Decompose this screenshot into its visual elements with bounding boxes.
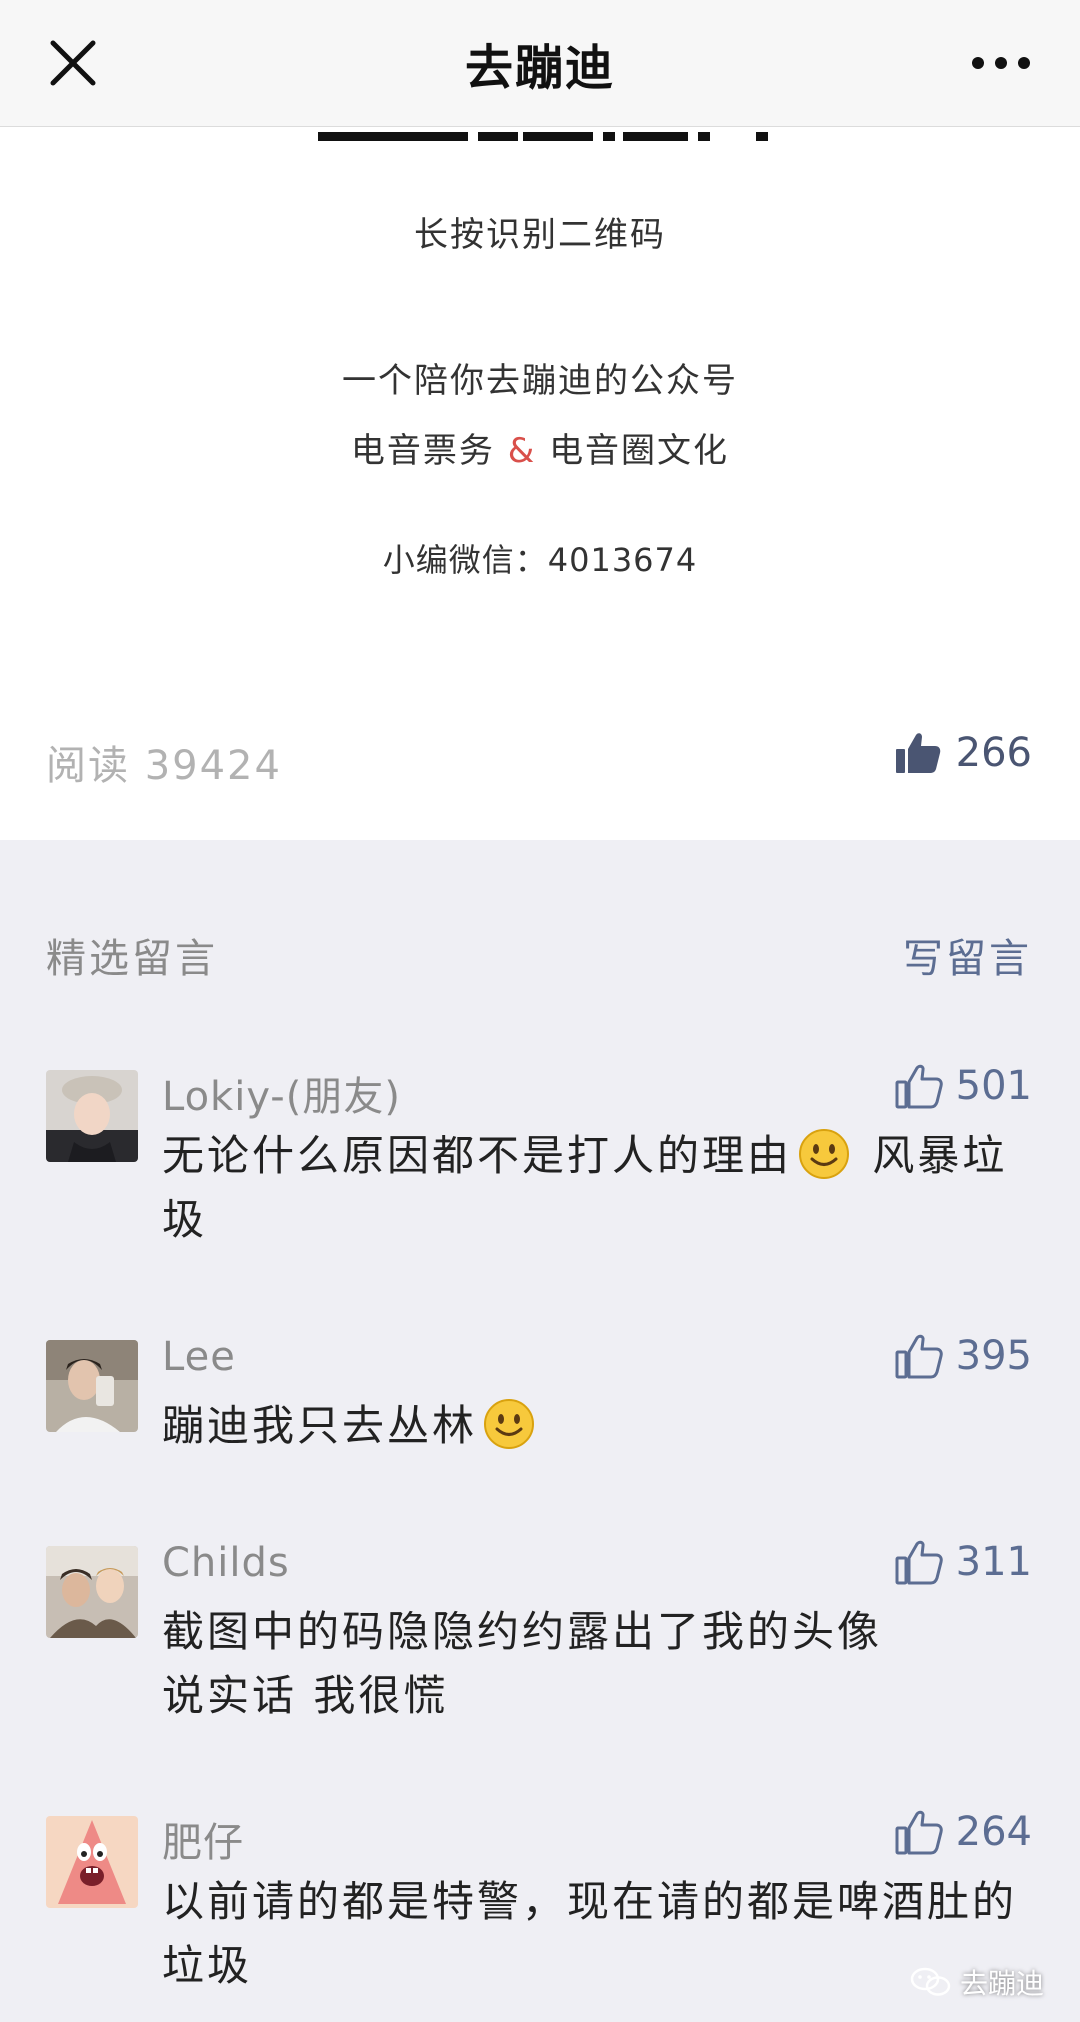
article-like-button[interactable]: 266 xyxy=(894,723,1032,783)
ampersand: & xyxy=(507,431,537,471)
account-intro: 一个陪你去蹦迪的公众号 xyxy=(342,361,738,401)
qr-code-image-edge[interactable] xyxy=(318,127,768,141)
commenter-name: 肥仔 xyxy=(162,1820,244,1866)
comment-like-count: 395 xyxy=(955,1333,1032,1379)
avatar[interactable] xyxy=(46,1816,138,1908)
write-comment-button[interactable]: 写留言 xyxy=(903,926,1032,984)
qr-hint-text: 长按识别二维码 xyxy=(414,215,666,255)
thumb-up-outline-icon xyxy=(895,1334,943,1379)
comment-text-part: 蹦迪我只去丛林 xyxy=(162,1401,478,1450)
tag-culture: 电音圈文化 xyxy=(549,431,730,471)
thumb-up-outline-icon xyxy=(895,1540,943,1585)
more-dots-icon[interactable] xyxy=(970,48,1032,78)
read-count: 阅读 39424 xyxy=(46,743,282,789)
commenter-name: Lokiy-(朋友) xyxy=(162,1074,401,1120)
comment-text: 截图中的码隐隐约约露出了我的头像 说实话 我很慌 xyxy=(162,1600,1042,1728)
avatar[interactable] xyxy=(46,1070,138,1162)
thumb-up-filled-icon xyxy=(895,733,940,773)
comment-text-part: 无论什么原因都不是打人的理由 xyxy=(162,1131,793,1180)
comment-text: 无论什么原因都不是打人的理由 风暴垃圾 xyxy=(162,1124,1042,1252)
tag-tickets: 电音票务 xyxy=(350,431,495,471)
avatar[interactable] xyxy=(46,1340,138,1432)
smile-emoji-icon xyxy=(799,1129,850,1179)
featured-comments-title: 精选留言 xyxy=(46,936,218,982)
wechat-contact: 小编微信：4013674 xyxy=(382,541,698,579)
comments-section: 精选留言 写留言 Lokiy-(朋友) 501 无论什么原因都不是打人的理由 风… xyxy=(0,840,1080,2022)
comment-like-count: 311 xyxy=(955,1539,1032,1585)
commenter-name: Childs xyxy=(162,1540,290,1586)
nav-bar: 去蹦迪 xyxy=(0,0,1080,127)
article-like-count: 266 xyxy=(955,730,1032,776)
wechat-logo-icon xyxy=(910,1967,951,1996)
comment-like-button[interactable]: 264 xyxy=(894,1804,1032,1860)
avatar[interactable] xyxy=(46,1546,138,1638)
comment-like-button[interactable]: 395 xyxy=(894,1328,1032,1384)
comment-like-button[interactable]: 311 xyxy=(894,1534,1032,1590)
watermark-text: 去蹦迪 xyxy=(959,1967,1044,2000)
comment-like-count: 264 xyxy=(955,1809,1032,1855)
page-title: 去蹦迪 xyxy=(464,40,615,96)
comment-text-line: 截图中的码隐隐约约露出了我的头像 xyxy=(162,1607,883,1656)
comment-like-button[interactable]: 501 xyxy=(894,1058,1032,1114)
watermark: 去蹦迪 xyxy=(910,1962,1044,2002)
commenter-name: Lee xyxy=(162,1334,236,1380)
comment-text-line: 说实话 我很慌 xyxy=(162,1671,449,1720)
thumb-up-outline-icon xyxy=(895,1810,943,1855)
article-footer: 长按识别二维码 一个陪你去蹦迪的公众号 电音票务 & 电音圈文化 小编微信：40… xyxy=(0,127,1080,840)
thumb-up-outline-icon xyxy=(895,1064,943,1109)
comment-text: 蹦迪我只去丛林 xyxy=(162,1394,1042,1458)
close-icon[interactable] xyxy=(48,38,98,88)
account-tags: 电音票务 & 电音圈文化 xyxy=(0,423,1080,472)
comment-like-count: 501 xyxy=(955,1063,1032,1109)
smile-emoji-icon xyxy=(484,1399,535,1449)
